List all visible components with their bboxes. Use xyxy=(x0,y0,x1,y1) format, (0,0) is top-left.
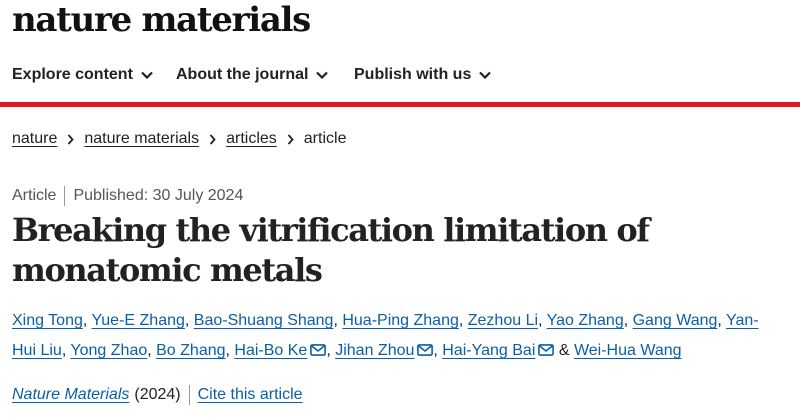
author-link[interactable]: Gang Wang xyxy=(633,312,718,329)
envelope-icon[interactable] xyxy=(538,337,555,367)
nav-about-journal[interactable]: About the journal xyxy=(176,66,329,84)
breadcrumb-articles[interactable]: articles xyxy=(226,130,277,148)
envelope-icon[interactable] xyxy=(310,337,327,367)
author-link[interactable]: Yue-E Zhang xyxy=(91,312,184,329)
author-link[interactable]: Hai-Bo Ke xyxy=(234,342,307,359)
article-type: Article xyxy=(12,187,57,204)
breadcrumb-nature-materials[interactable]: nature materials xyxy=(84,130,199,148)
envelope-icon[interactable] xyxy=(417,337,434,367)
nav-publish-with-us[interactable]: Publish with us xyxy=(354,66,492,84)
author-link[interactable]: Hai-Yang Bai xyxy=(442,342,535,359)
publication-year: (2024) xyxy=(134,386,181,403)
breadcrumb: nature nature materials articles article xyxy=(12,130,346,148)
author-list: Xing Tong, Yue-E Zhang, Bao-Shuang Shang… xyxy=(12,306,772,367)
nav-label: Explore content xyxy=(12,66,133,83)
author-link[interactable]: Bao-Shuang Shang xyxy=(194,312,334,329)
author-link[interactable]: Hua-Ping Zhang xyxy=(342,312,459,329)
nav-label: Publish with us xyxy=(354,66,472,83)
author-conjunction: & xyxy=(558,342,570,359)
chevron-down-icon xyxy=(141,71,153,79)
breadcrumb-nature[interactable]: nature xyxy=(12,130,57,148)
meta-divider xyxy=(64,186,66,206)
article-meta: Article Published: 30 July 2024 xyxy=(12,186,243,206)
header-divider xyxy=(0,102,800,107)
author-link[interactable]: Yong Zhao xyxy=(70,342,147,359)
author-link[interactable]: Zezhou Li xyxy=(468,312,538,329)
chevron-down-icon xyxy=(479,71,492,79)
chevron-right-icon xyxy=(67,133,75,145)
author-link[interactable]: Xing Tong xyxy=(12,312,83,329)
journal-name-link[interactable]: Nature Materials xyxy=(12,386,129,404)
author-link[interactable]: Wei-Hua Wang xyxy=(574,342,682,359)
chevron-down-icon xyxy=(316,71,329,79)
author-link[interactable]: Jihan Zhou xyxy=(335,342,414,359)
citation-divider xyxy=(188,385,190,405)
journal-logo[interactable]: nature materials xyxy=(12,0,311,40)
main-navigation: Explore content About the journal Publis… xyxy=(0,58,800,98)
cite-this-article-link[interactable]: Cite this article xyxy=(198,386,303,404)
published-date: Published: 30 July 2024 xyxy=(73,187,244,204)
breadcrumb-current: article xyxy=(303,130,347,147)
article-title: Breaking the vitrification limitation of… xyxy=(12,211,650,289)
chevron-right-icon xyxy=(287,133,294,145)
nav-label: About the journal xyxy=(176,66,309,83)
author-link[interactable]: Yao Zhang xyxy=(547,312,624,329)
author-link[interactable]: Bo Zhang xyxy=(156,342,225,359)
chevron-right-icon xyxy=(209,133,216,145)
citation-line: Nature Materials (2024) Cite this articl… xyxy=(12,385,303,405)
nav-explore-content[interactable]: Explore content xyxy=(12,66,153,84)
